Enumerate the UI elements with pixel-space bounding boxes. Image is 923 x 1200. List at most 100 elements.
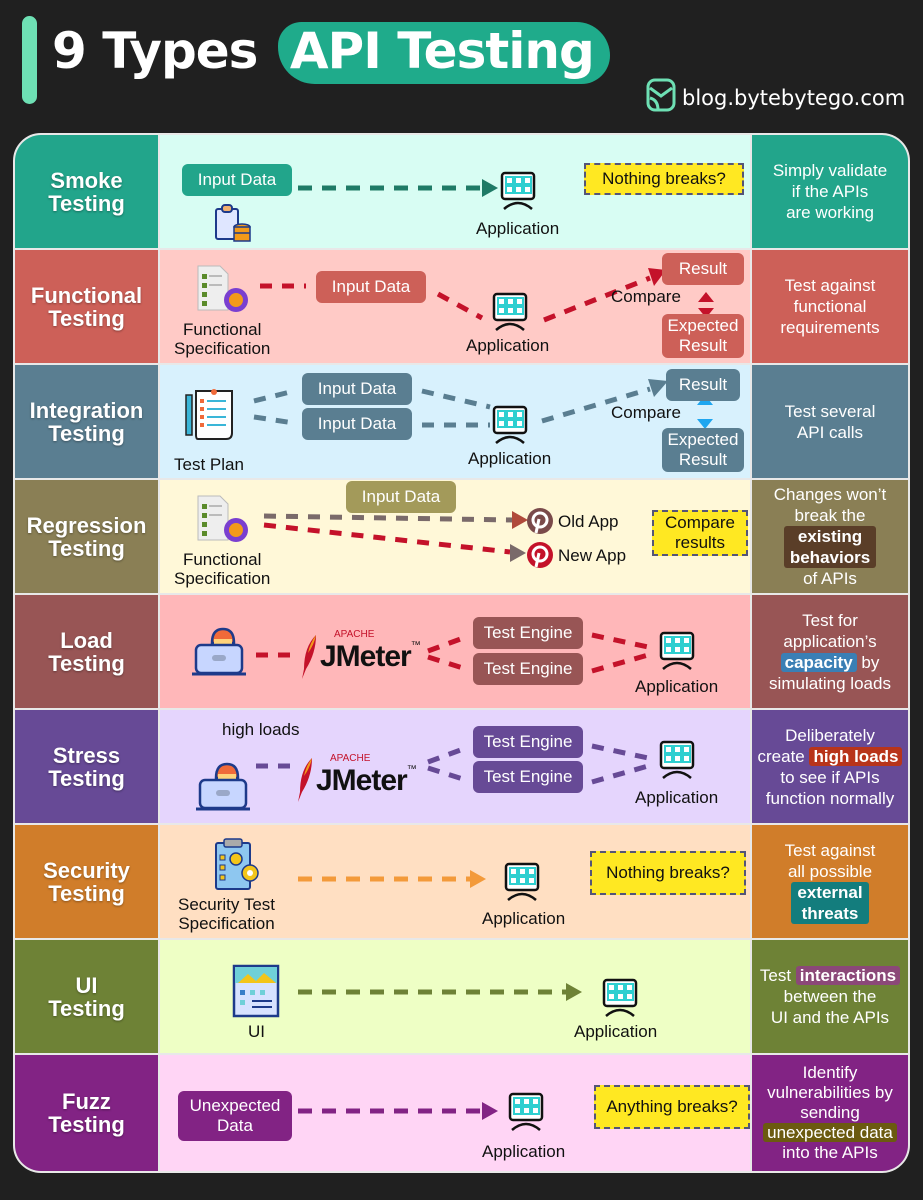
input-data-box-2: Input Data — [302, 408, 412, 440]
desc-highlight-chip: capacity — [780, 652, 857, 672]
application-label: Application — [482, 909, 566, 928]
desc-line: Test for — [802, 610, 858, 630]
page-title: 9 Types API Testing — [52, 22, 610, 84]
desc-highlight-chip: external threats — [791, 881, 869, 924]
test-engine-box-2: Test Engine — [473, 761, 583, 793]
functional-spec-label: Functional Specification — [174, 320, 270, 358]
desc-line: capacity by — [755, 652, 905, 673]
label-line: Testing — [48, 535, 125, 561]
desc-line: Test several — [784, 401, 876, 421]
desc-line: create high loads — [755, 746, 905, 767]
input-data-box-1: Input Data — [302, 373, 412, 405]
row-load-testing: Load Testing APACHE JMeter ™ Test Engine T… — [15, 595, 908, 708]
ui-label: UI — [248, 1022, 265, 1041]
test-plan-icon — [184, 389, 240, 448]
label-line: Testing — [48, 765, 125, 791]
chip-line: existing — [797, 527, 863, 546]
row-diagram: APACHE JMeter ™ Test Engine Test Engine A… — [160, 595, 750, 708]
row-regression-testing: Regression Testing Functional Specificatio… — [15, 480, 908, 593]
expected-result-box: Expected Result — [662, 314, 744, 358]
chip-line: external — [797, 882, 863, 902]
application-icon — [490, 292, 530, 337]
row-label: Functional Testing — [15, 250, 158, 363]
chip-line: threats — [801, 903, 859, 923]
desc-line: application’s — [783, 631, 877, 651]
functional-spec-label: Functional Specification — [174, 550, 270, 588]
row-diagram: Input Data Application Nothing breaks? — [160, 135, 750, 248]
row-fuzz-testing: Fuzz Testing Unexpected Data Application A… — [15, 1055, 908, 1171]
test-engine-box-1: Test Engine — [473, 617, 583, 649]
application-icon — [657, 740, 697, 785]
label-line: Fuzz — [62, 1089, 111, 1114]
jmeter-text: JMeter — [316, 764, 408, 797]
application-icon — [600, 978, 640, 1023]
desc-line: Deliberately — [785, 725, 875, 745]
label-line: Smoke — [50, 167, 123, 193]
desc-line: all possible — [787, 861, 873, 881]
test-plan-label: Test Plan — [174, 455, 244, 474]
application-label: Application — [574, 1022, 658, 1041]
desc-line: Test against — [784, 840, 876, 860]
desc-line: to see if APIs — [780, 767, 880, 787]
label-line: Functional — [182, 550, 262, 569]
user-laptop-icon — [190, 625, 248, 682]
brand[interactable]: blog.bytebytego.com — [646, 78, 905, 117]
desc-line: functional — [793, 297, 867, 316]
row-label: Smoke Testing — [15, 135, 158, 248]
label-line: Testing — [48, 650, 125, 676]
ui-window-icon — [232, 964, 280, 1023]
chip-line: behaviors — [789, 548, 871, 567]
old-app-icon — [526, 507, 554, 540]
desc-line: UI and the APIs — [770, 1008, 890, 1027]
row-diagram: Test Plan Input Data Input Data Applicat… — [160, 365, 750, 478]
row-description: Test interactions between the UI and the… — [752, 940, 908, 1053]
label-line: Functional — [30, 282, 143, 308]
desc-line: Test against — [784, 276, 876, 295]
label-line: Testing — [48, 305, 125, 331]
row-description: Identify vulnerabilities by sending unex… — [752, 1055, 908, 1171]
input-data-box: Input Data — [182, 164, 292, 196]
input-data-box: Input Data — [346, 481, 456, 513]
desc-line: vulnerabilities by — [767, 1083, 893, 1102]
desc-highlight-chip: existing behaviors — [783, 526, 877, 568]
bytebytego-logo-icon — [646, 78, 676, 117]
row-label: Fuzz Testing — [15, 1055, 158, 1171]
user-laptop-icon — [194, 760, 252, 817]
row-description: Deliberately create high loads to see if… — [752, 710, 908, 823]
note-box: Compare results — [652, 510, 748, 556]
row-description: Test against functional requirements — [752, 250, 908, 363]
label-line: Specification — [178, 914, 275, 933]
box-line: Expected — [667, 316, 739, 335]
label-line: Security — [43, 857, 130, 883]
row-label: Load Testing — [15, 595, 158, 708]
box-line: Data — [217, 1116, 253, 1135]
jmeter-text: JMeter — [320, 640, 412, 673]
desc-highlight-chip: high loads — [809, 746, 903, 766]
security-spec-label: Security Test Specification — [178, 895, 275, 933]
application-icon — [502, 862, 542, 907]
trademark: ™ — [406, 764, 417, 775]
trademark: ™ — [410, 640, 421, 651]
desc-text: by — [856, 652, 880, 672]
desc-text: create — [757, 746, 810, 766]
brand-url[interactable]: blog.bytebytego.com — [682, 86, 905, 110]
desc-line: Changes won’t — [773, 485, 887, 504]
row-description: Simply validate if the APIs are working — [752, 135, 908, 248]
row-security-testing: Security Testing Security Test Specificati… — [15, 825, 908, 938]
input-data-box: Input Data — [316, 271, 426, 303]
label-line: Load — [60, 627, 113, 653]
box-line: Unexpected — [189, 1096, 281, 1115]
new-app-icon — [526, 541, 554, 574]
row-description: Test for application’s capacity by simul… — [752, 595, 908, 708]
row-diagram: Functional Specification Input Data Old A… — [160, 480, 750, 593]
label-line: Stress — [52, 742, 121, 768]
note-box: Nothing breaks? — [584, 163, 744, 195]
desc-text: Test — [759, 966, 796, 985]
label-line: Integration — [29, 397, 144, 423]
application-icon — [498, 171, 538, 216]
security-spec-icon — [212, 837, 264, 898]
new-app-label: New App — [558, 546, 627, 565]
expected-result-box: Expected Result — [662, 428, 744, 472]
desc-line: requirements — [780, 318, 880, 337]
row-diagram: Functional Specification Input Data Appli… — [160, 250, 750, 363]
